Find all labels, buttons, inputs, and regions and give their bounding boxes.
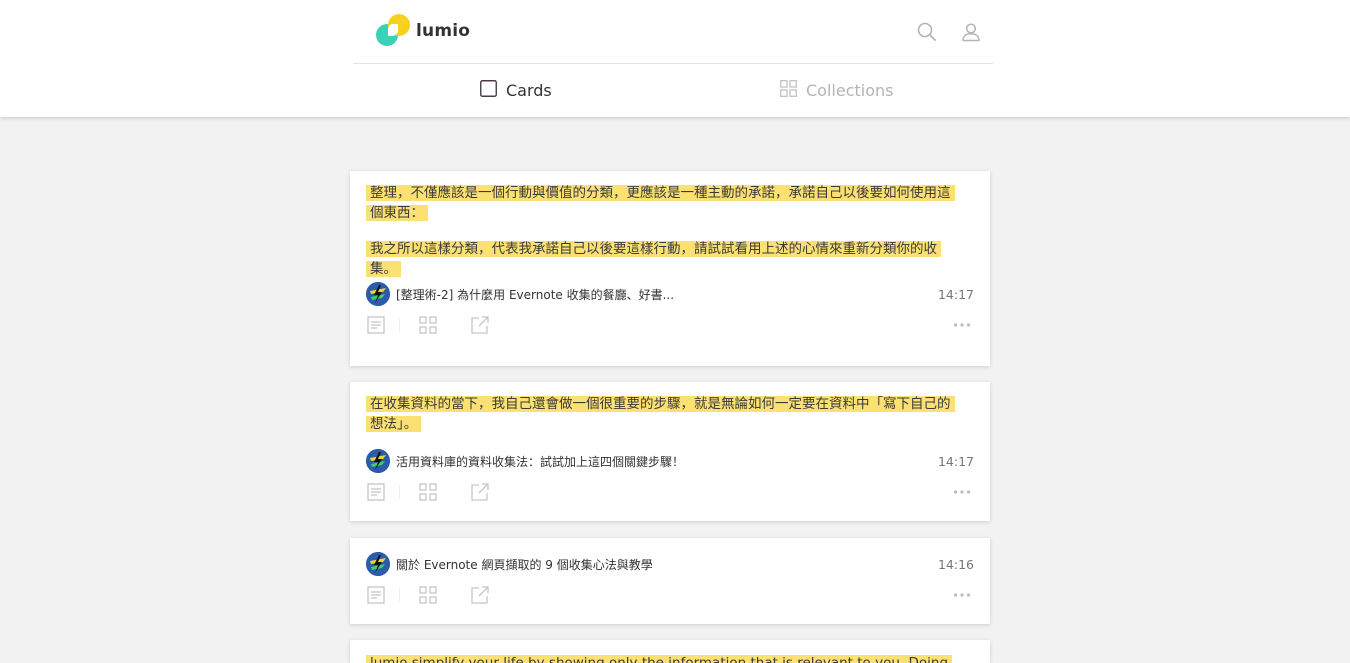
card-icon (480, 79, 497, 101)
quote-paragraph: 整理，不僅應該是一個行動與價值的分類，更應該是一種主動的承諾，承諾自己以後要如何… (366, 185, 955, 221)
action-divider (399, 588, 400, 602)
highlight-quote: 整理，不僅應該是一個行動與價值的分類，更應該是一種主動的承諾，承諾自己以後要如何… (350, 171, 990, 282)
user-icon[interactable] (960, 21, 982, 43)
timestamp: 14:16 (937, 556, 974, 572)
header-inner: lumio Cards Collections (353, 0, 993, 117)
card-actions (350, 576, 990, 612)
highlight-card[interactable]: 關於 Evernote 網頁擷取的 9 個收集心法與教學 14:16 (350, 538, 990, 624)
source-row[interactable]: 活用資料庫的資料收集法：試試加上這四個關鍵步驟！ 14:17 (350, 449, 990, 473)
source-favicon-icon (366, 552, 390, 576)
add-to-collection-icon[interactable] (418, 482, 438, 502)
tab-cards[interactable]: Cards (480, 76, 552, 104)
search-icon[interactable] (916, 21, 938, 43)
logo-text: lumio (416, 21, 471, 41)
grid-icon (780, 79, 797, 101)
more-options-icon[interactable] (952, 482, 972, 502)
source-row[interactable]: [整理術-2] 為什麼用 Evernote 收集的餐廳、好書... 14:17 (350, 282, 990, 306)
quote-paragraph: 我之所以這樣分類，代表我承諾自己以後要這樣行動，請試試看用上述的心情來重新分類你… (366, 241, 941, 277)
highlight-quote: 在收集資料的當下，我自己還會做一個很重要的步驟，就是無論如何一定要在資料中「寫下… (350, 382, 990, 449)
source-title[interactable]: 關於 Evernote 網頁擷取的 9 個收集心法與教學 (396, 556, 653, 573)
highlight-quote: lumio simplify your life by showing only… (350, 640, 990, 663)
lumio-logo-icon (376, 14, 410, 48)
header-divider (353, 63, 993, 64)
source-row[interactable]: 關於 Evernote 網頁擷取的 9 個收集心法與教學 14:16 (350, 552, 990, 576)
note-icon[interactable] (366, 482, 386, 502)
highlight-card[interactable]: lumio simplify your life by showing only… (350, 640, 990, 663)
highlight-card[interactable]: 整理，不僅應該是一個行動與價值的分類，更應該是一種主動的承諾，承諾自己以後要如何… (350, 171, 990, 366)
more-options-icon[interactable] (952, 315, 972, 335)
tab-cards-label: Cards (506, 80, 552, 100)
note-icon[interactable] (366, 585, 386, 605)
timestamp: 14:17 (937, 286, 974, 302)
quote-paragraph: 在收集資料的當下，我自己還會做一個很重要的步驟，就是無論如何一定要在資料中「寫下… (366, 396, 955, 432)
note-icon[interactable] (366, 315, 386, 335)
action-divider (399, 318, 400, 332)
tab-collections[interactable]: Collections (780, 76, 893, 104)
card-actions (350, 473, 990, 509)
source-favicon-icon (366, 449, 390, 473)
source-favicon-icon (366, 282, 390, 306)
timestamp: 14:17 (937, 453, 974, 469)
add-to-collection-icon[interactable] (418, 315, 438, 335)
source-title[interactable]: [整理術-2] 為什麼用 Evernote 收集的餐廳、好書... (396, 286, 674, 303)
logo[interactable]: lumio (376, 14, 470, 48)
more-options-icon[interactable] (952, 585, 972, 605)
card-actions (350, 306, 990, 342)
share-icon[interactable] (470, 585, 490, 605)
add-to-collection-icon[interactable] (418, 585, 438, 605)
tab-collections-label: Collections (806, 80, 894, 100)
quote-paragraph: lumio simplify your life by showing only… (366, 655, 953, 663)
source-title[interactable]: 活用資料庫的資料收集法：試試加上這四個關鍵步驟！ (396, 453, 684, 470)
share-icon[interactable] (470, 315, 490, 335)
highlight-card[interactable]: 在收集資料的當下，我自己還會做一個很重要的步驟，就是無論如何一定要在資料中「寫下… (350, 382, 990, 521)
action-divider (399, 485, 400, 499)
share-icon[interactable] (470, 482, 490, 502)
app-header: lumio Cards Collections (0, 0, 1350, 117)
